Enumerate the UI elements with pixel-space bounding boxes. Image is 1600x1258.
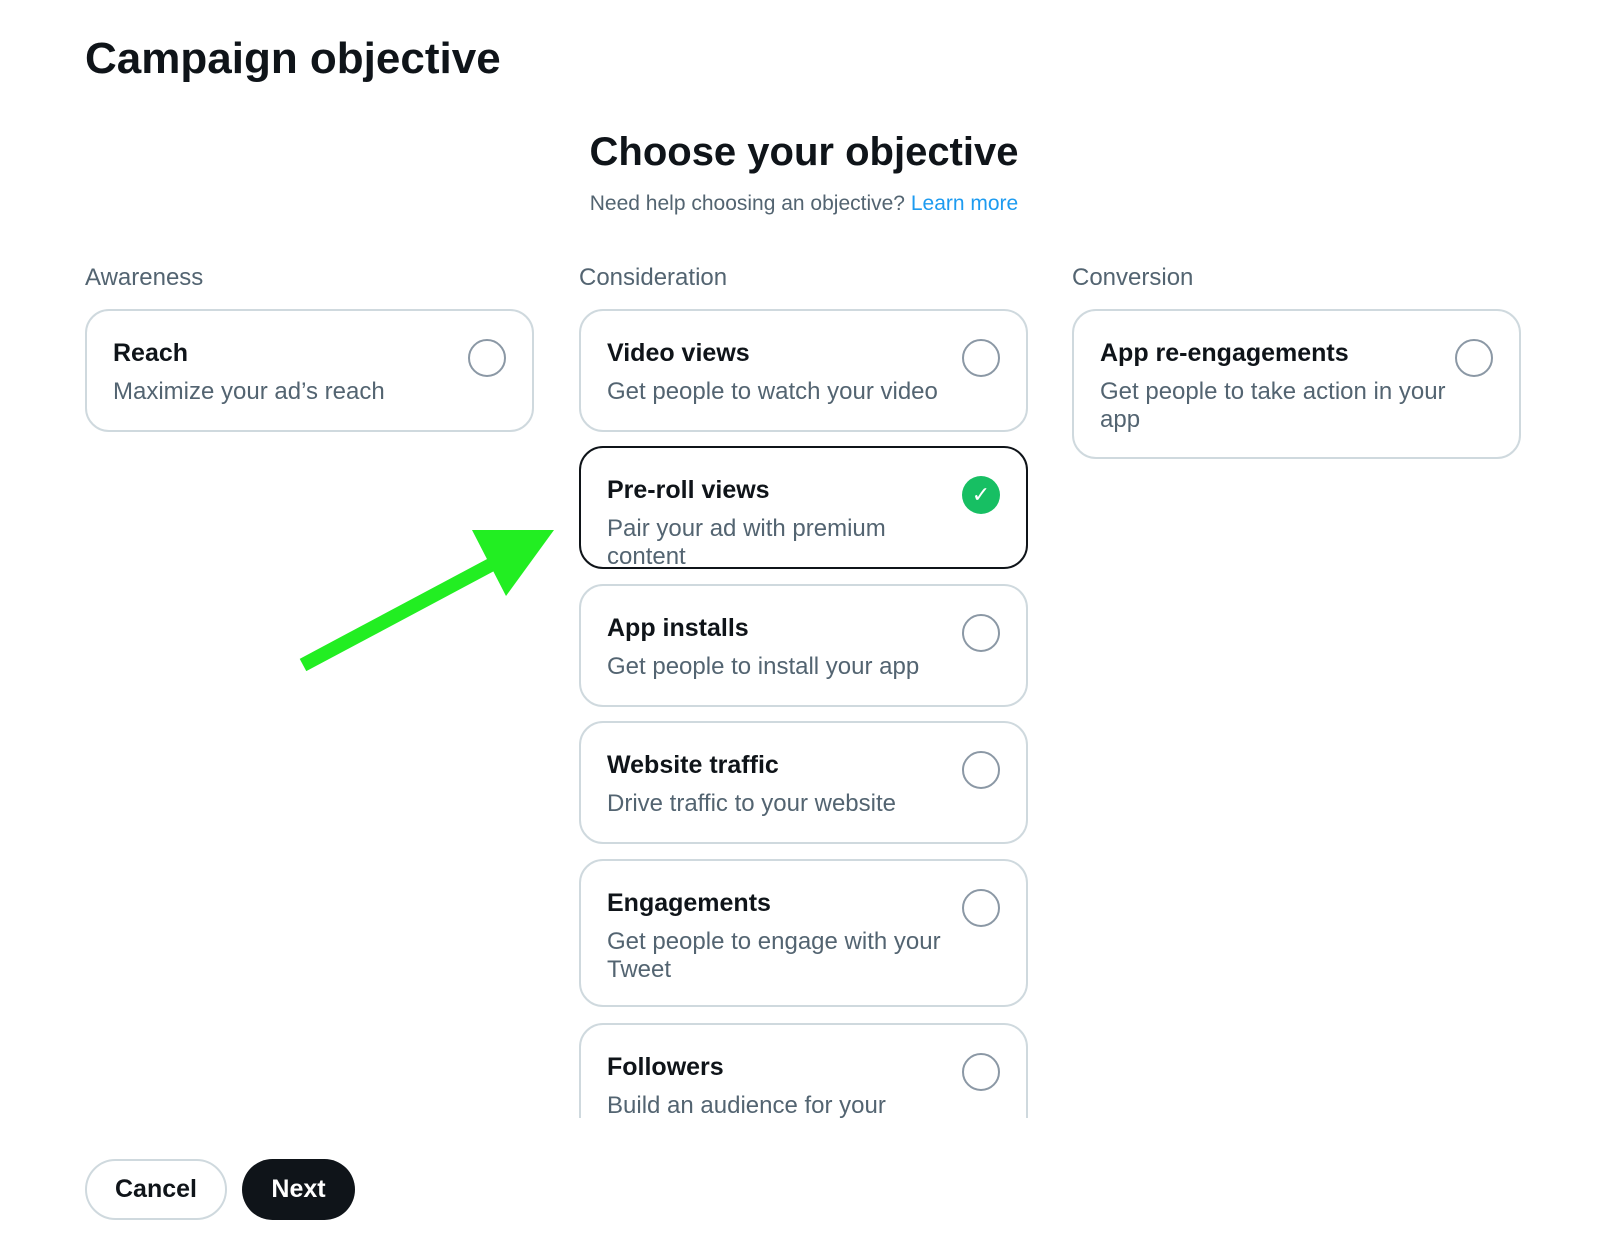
objective-card-engagements[interactable]: Engagements Get people to engage with yo… [579, 859, 1028, 1007]
objective-title: App re-engagements [1100, 339, 1349, 367]
radio-unchecked-icon[interactable] [1455, 339, 1493, 377]
category-consideration: Consideration [579, 264, 728, 291]
radio-unchecked-icon[interactable] [962, 751, 1000, 789]
objective-card-followers[interactable]: Followers Build an audience for your [579, 1023, 1028, 1118]
objective-title: Video views [607, 339, 750, 367]
objective-description: Get people to install your app [607, 653, 920, 680]
help-text: Need help choosing an objective? Learn m… [0, 192, 1600, 216]
objective-title: Reach [113, 339, 189, 367]
objective-description: Get people to engage with your Tweet [607, 928, 941, 983]
objective-description: Maximize your ad’s reach [113, 378, 385, 405]
objective-description: Build an audience for your [607, 1092, 886, 1118]
check-circle-icon[interactable]: ✓ [962, 476, 1000, 514]
objective-card-app-re-engagements[interactable]: App re-engagements Get people to take ac… [1072, 309, 1521, 459]
radio-unchecked-icon[interactable] [962, 614, 1000, 652]
objective-title: Website traffic [607, 751, 779, 779]
objective-description: Get people to take action in your app [1100, 378, 1446, 433]
learn-more-link[interactable]: Learn more [911, 192, 1018, 215]
objective-card-reach[interactable]: Reach Maximize your ad’s reach [85, 309, 534, 432]
objective-title: Pre-roll views [607, 476, 770, 504]
next-button[interactable]: Next [242, 1159, 355, 1220]
objective-card-website-traffic[interactable]: Website traffic Drive traffic to your we… [579, 721, 1028, 844]
objective-description: Pair your ad with premium content [607, 515, 886, 570]
objective-card-video-views[interactable]: Video views Get people to watch your vid… [579, 309, 1028, 432]
objective-description: Drive traffic to your website [607, 790, 896, 817]
objective-card-app-installs[interactable]: App installs Get people to install your … [579, 584, 1028, 707]
radio-unchecked-icon[interactable] [962, 889, 1000, 927]
radio-unchecked-icon[interactable] [962, 339, 1000, 377]
objective-title: Engagements [607, 889, 771, 917]
category-conversion: Conversion [1072, 264, 1194, 291]
category-awareness: Awareness [85, 264, 204, 291]
objective-title: App installs [607, 614, 749, 642]
page-title: Campaign objective [85, 34, 501, 83]
objective-title: Followers [607, 1053, 724, 1081]
help-text-label: Need help choosing an objective? [589, 192, 905, 215]
objective-description: Get people to watch your video [607, 378, 938, 405]
radio-unchecked-icon[interactable] [468, 339, 506, 377]
objective-card-pre-roll-views[interactable]: Pre-roll views Pair your ad with premium… [579, 446, 1028, 570]
radio-unchecked-icon[interactable] [962, 1053, 1000, 1091]
section-heading: Choose your objective [589, 130, 1019, 174]
cancel-button[interactable]: Cancel [85, 1159, 227, 1220]
